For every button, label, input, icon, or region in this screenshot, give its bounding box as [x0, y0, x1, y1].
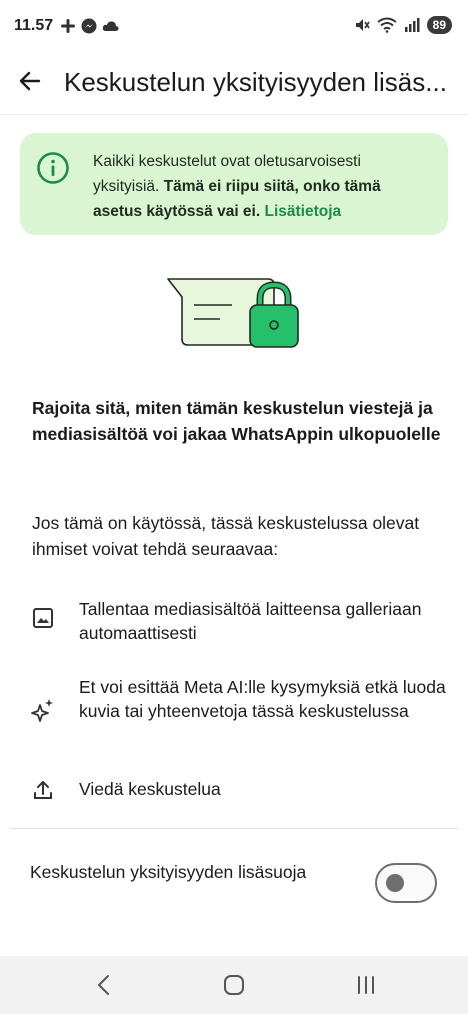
cloud-icon [102, 21, 119, 31]
info-icon [37, 152, 69, 184]
notification-icons [60, 18, 120, 34]
setting-label: Keskustelun yksityisyyden lisäsuoja [30, 862, 307, 882]
back-button[interactable] [14, 65, 46, 97]
upload-icon [34, 781, 52, 799]
nav-home-button[interactable] [214, 968, 254, 1002]
feature-text: Viedä keskustelua [79, 779, 221, 799]
arrow-left-icon [19, 71, 41, 91]
toggle-knob [386, 874, 404, 892]
divider [10, 828, 458, 829]
intro-text: Jos tämä on käytössä, tässä keskusteluss… [32, 513, 420, 559]
sparkle-icon [31, 699, 53, 722]
mute-icon [355, 19, 370, 31]
status-time: 11.57 [14, 17, 54, 34]
slack-icon [61, 19, 75, 33]
nav-back-button[interactable] [84, 968, 124, 1002]
nav-recents-button[interactable] [346, 968, 386, 1002]
image-icon [33, 608, 53, 628]
messenger-icon [81, 18, 97, 34]
learn-more-link[interactable]: Lisätietoja [264, 203, 341, 220]
status-bar: 11.57 89 [0, 0, 468, 50]
info-text: Kaikki keskustelut ovat oletusarvoisesti… [93, 149, 429, 224]
divider [0, 114, 468, 115]
signal-icon [404, 18, 420, 32]
chevron-left-icon [98, 975, 109, 995]
status-right: 89 [354, 16, 452, 34]
system-nav-bar [0, 956, 468, 1014]
chat-lock-illustration [167, 278, 299, 348]
battery-indicator: 89 [426, 16, 452, 34]
recents-icon [358, 976, 374, 994]
home-square-icon [224, 975, 244, 995]
app-bar: Keskustelun yksityisyyden lisäs... [0, 55, 468, 111]
wifi-icon [377, 17, 397, 33]
page-title: Keskustelun yksityisyyden lisäs... [64, 67, 447, 97]
feature-text: Tallentaa mediasisältöä laitteensa galle… [79, 599, 422, 643]
feature-text: Et voi esittää Meta AI:lle kysymyksiä et… [79, 677, 446, 721]
section-heading: Rajoita sitä, miten tämän keskustelun vi… [32, 398, 441, 444]
info-card: Kaikki keskustelut ovat oletusarvoisesti… [20, 133, 448, 235]
privacy-toggle[interactable] [375, 863, 437, 903]
